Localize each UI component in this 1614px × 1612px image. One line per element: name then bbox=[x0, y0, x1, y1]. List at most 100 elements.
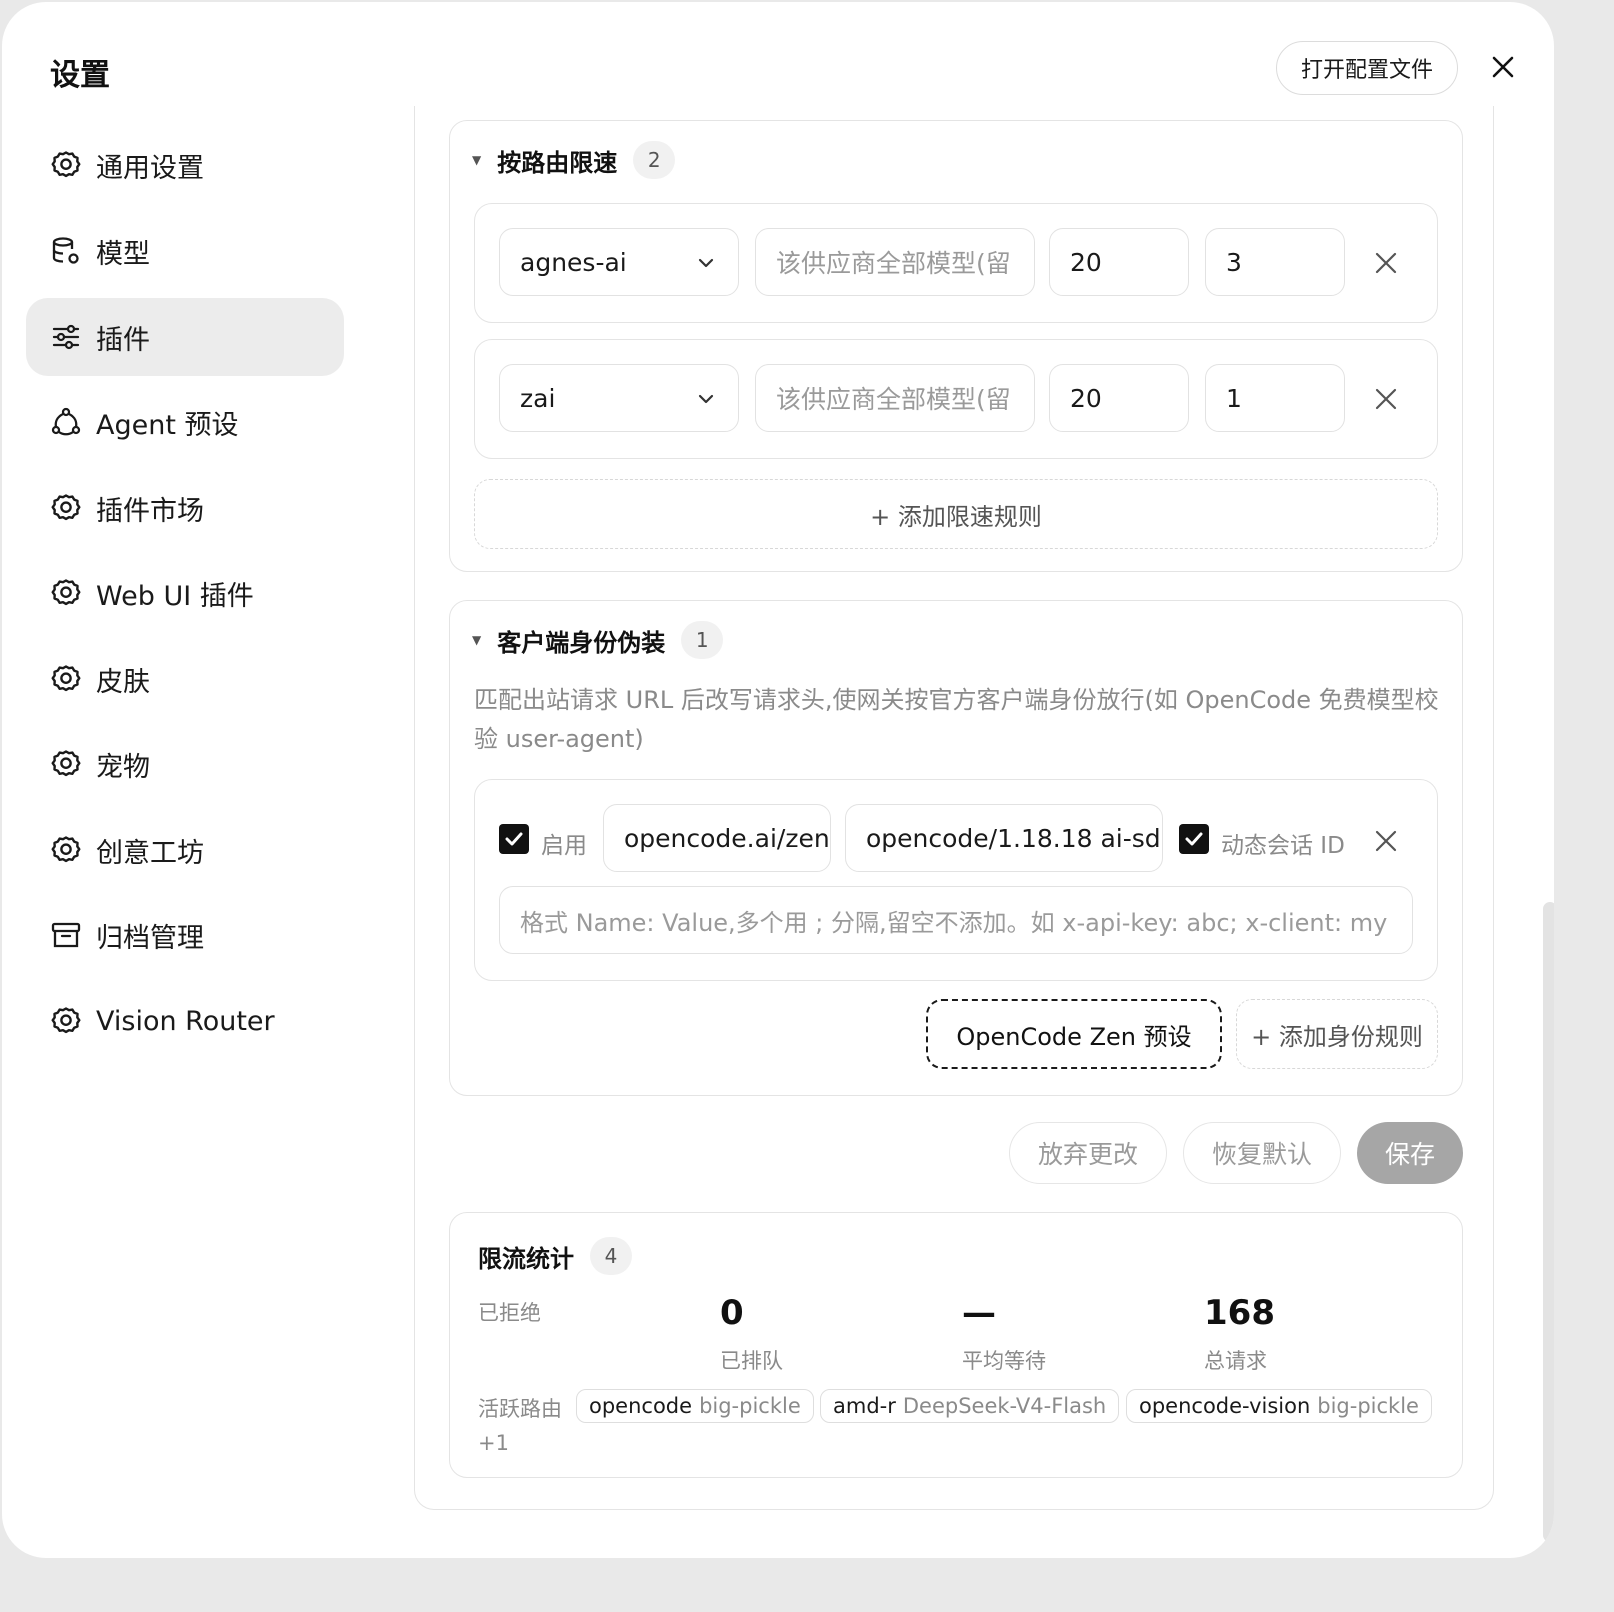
dynamic-session-label: 动态会话 ID bbox=[1221, 833, 1345, 859]
sidebar-item-workshop[interactable]: 创意工坊 bbox=[26, 811, 344, 889]
sidebar-item-label: Agent 预设 bbox=[96, 409, 239, 441]
gear-icon bbox=[51, 1007, 81, 1034]
sidebar-item-label: Vision Router bbox=[96, 1005, 275, 1037]
route-name: opencode-vision bbox=[1139, 1394, 1311, 1418]
sliders-icon bbox=[52, 324, 80, 350]
agent-nodes-icon bbox=[51, 407, 81, 436]
sidebar-item-archive[interactable]: 归档管理 bbox=[26, 896, 344, 974]
sidebar-item-webui-plugins[interactable]: Web UI 插件 bbox=[26, 554, 344, 632]
sidebar-item-skins[interactable]: 皮肤 bbox=[26, 640, 344, 718]
save-button[interactable]: 保存 bbox=[1357, 1122, 1463, 1184]
route-model: DeepSeek-V4-Flash bbox=[902, 1394, 1107, 1418]
sidebar-item-plugin-market[interactable]: 插件市场 bbox=[26, 469, 344, 547]
sidebar-item-label: 插件市场 bbox=[96, 495, 204, 527]
queued-label: 已排队 bbox=[720, 1349, 783, 1373]
client-identity-header[interactable]: ▼ 客户端身份伪装 1 bbox=[472, 621, 724, 659]
route-chip: amd-r DeepSeek-V4-Flash bbox=[820, 1389, 1120, 1423]
concurrency-input[interactable]: 1 bbox=[1205, 364, 1345, 432]
rate-rule-row: zai 该供应商全部模型(留 20 1 bbox=[474, 339, 1438, 459]
sidebar-item-plugins[interactable]: 插件 bbox=[26, 298, 344, 376]
scrollbar-thumb[interactable] bbox=[1543, 902, 1554, 1542]
enabled-checkbox[interactable] bbox=[499, 824, 529, 854]
count-badge: 1 bbox=[681, 621, 724, 659]
route-model: big-pickle bbox=[699, 1394, 801, 1418]
dynamic-session-checkbox[interactable] bbox=[1179, 824, 1209, 854]
reset-defaults-button[interactable]: 恢复默认 bbox=[1183, 1122, 1341, 1184]
client-identity-card: ▼ 客户端身份伪装 1 匹配出站请求 URL 后改写请求头,使网关按官方客户端身… bbox=[449, 600, 1463, 1096]
remove-rule-icon[interactable] bbox=[1373, 250, 1399, 276]
provider-value: agnes-ai bbox=[520, 247, 627, 277]
sidebar-item-models[interactable]: 模型 bbox=[26, 212, 344, 290]
queued-value: 0 bbox=[720, 1293, 744, 1333]
gear-icon bbox=[51, 494, 81, 521]
count-badge: 2 bbox=[633, 141, 676, 179]
sidebar-item-label: Web UI 插件 bbox=[96, 580, 254, 612]
concurrency-input[interactable]: 3 bbox=[1205, 228, 1345, 296]
total-requests-label: 总请求 bbox=[1204, 1349, 1267, 1373]
rejected-label: 已拒绝 bbox=[478, 1301, 541, 1325]
stats-title: 限流统计 bbox=[478, 1244, 574, 1273]
collapse-caret-icon: ▼ bbox=[472, 153, 482, 167]
sidebar-item-label: 通用设置 bbox=[96, 152, 204, 184]
sidebar-item-pets[interactable]: 宠物 bbox=[26, 725, 344, 803]
sidebar-item-agent-presets[interactable]: Agent 预设 bbox=[26, 383, 344, 461]
database-gear-icon bbox=[52, 237, 79, 264]
url-match-input[interactable]: opencode.ai/zen bbox=[603, 804, 831, 872]
gear-icon bbox=[51, 836, 81, 863]
provider-value: zai bbox=[520, 383, 556, 413]
gear-icon bbox=[51, 151, 81, 178]
enabled-label: 启用 bbox=[541, 833, 587, 859]
model-input[interactable]: 该供应商全部模型(留 bbox=[755, 364, 1035, 432]
remove-rule-icon[interactable] bbox=[1373, 828, 1399, 854]
route-model: big-pickle bbox=[1317, 1394, 1419, 1418]
sidebar-item-label: 模型 bbox=[96, 238, 150, 270]
sidebar-item-vision-router[interactable]: Vision Router bbox=[26, 982, 344, 1060]
gear-icon bbox=[51, 579, 81, 606]
sidebar-item-label: 创意工坊 bbox=[96, 837, 204, 869]
add-rate-rule-button[interactable]: + 添加限速规则 bbox=[474, 479, 1438, 549]
route-name: opencode bbox=[589, 1394, 693, 1418]
sidebar-item-label: 皮肤 bbox=[96, 666, 150, 698]
open-config-file-button[interactable]: 打开配置文件 bbox=[1276, 41, 1458, 95]
route-chip: opencode-vision big-pickle bbox=[1126, 1389, 1432, 1423]
checkmark-icon bbox=[505, 832, 523, 846]
extra-headers-input[interactable]: 格式 Name: Value,多个用 ; 分隔,留空不添加。如 x-api-ke… bbox=[499, 886, 1413, 954]
limit-input[interactable]: 20 bbox=[1049, 364, 1189, 432]
rate-limit-header[interactable]: ▼ 按路由限速 2 bbox=[472, 141, 676, 179]
more-routes-count: +1 bbox=[478, 1431, 509, 1455]
avg-wait-label: 平均等待 bbox=[962, 1349, 1046, 1373]
settings-dialog: 设置 打开配置文件 通用设置 模型 插件 Agent 预设 插件市场 Web U… bbox=[2, 2, 1554, 1558]
route-chip: opencode big-pickle bbox=[576, 1389, 814, 1423]
client-identity-title: 客户端身份伪装 bbox=[497, 628, 666, 657]
total-requests-value: 168 bbox=[1204, 1293, 1275, 1333]
close-icon[interactable] bbox=[1486, 50, 1520, 84]
discard-changes-button[interactable]: 放弃更改 bbox=[1009, 1122, 1167, 1184]
sidebar-item-label: 插件 bbox=[96, 324, 150, 356]
window-background-strip bbox=[1558, 0, 1614, 1612]
route-name: amd-r bbox=[833, 1394, 896, 1418]
active-routes-label: 活跃路由 bbox=[478, 1397, 562, 1421]
sidebar-item-label: 宠物 bbox=[96, 751, 150, 783]
user-agent-input[interactable]: opencode/1.18.18 ai-sdk bbox=[845, 804, 1163, 872]
rate-limit-title: 按路由限速 bbox=[497, 148, 618, 177]
limit-input[interactable]: 20 bbox=[1049, 228, 1189, 296]
model-input[interactable]: 该供应商全部模型(留 bbox=[755, 228, 1035, 296]
stats-header: 限流统计 4 bbox=[478, 1237, 632, 1275]
sidebar-item-label: 归档管理 bbox=[96, 922, 204, 954]
remove-rule-icon[interactable] bbox=[1373, 386, 1399, 412]
gear-icon bbox=[51, 665, 81, 692]
collapse-caret-icon: ▼ bbox=[472, 633, 482, 647]
avg-wait-value: — bbox=[962, 1293, 996, 1333]
opencode-zen-preset-button[interactable]: OpenCode Zen 预设 bbox=[926, 999, 1222, 1069]
rate-rule-row: agnes-ai 该供应商全部模型(留 20 3 bbox=[474, 203, 1438, 323]
rate-limit-stats-card: 限流统计 4 已拒绝 0 已排队 — 平均等待 168 总请求 活跃路由 ope… bbox=[449, 1212, 1463, 1478]
provider-select[interactable]: zai bbox=[499, 364, 739, 432]
dialog-title: 设置 bbox=[50, 58, 110, 93]
provider-select[interactable]: agnes-ai bbox=[499, 228, 739, 296]
add-identity-rule-button[interactable]: + 添加身份规则 bbox=[1236, 999, 1438, 1069]
gear-icon bbox=[51, 750, 81, 777]
client-identity-description: 匹配出站请求 URL 后改写请求头,使网关按官方客户端身份放行(如 OpenCo… bbox=[474, 686, 1439, 753]
sidebar-item-general[interactable]: 通用设置 bbox=[26, 126, 344, 204]
rate-limit-card: ▼ 按路由限速 2 agnes-ai 该供应商全部模型(留 20 3 zai 该… bbox=[449, 120, 1463, 572]
count-badge: 4 bbox=[590, 1237, 632, 1275]
